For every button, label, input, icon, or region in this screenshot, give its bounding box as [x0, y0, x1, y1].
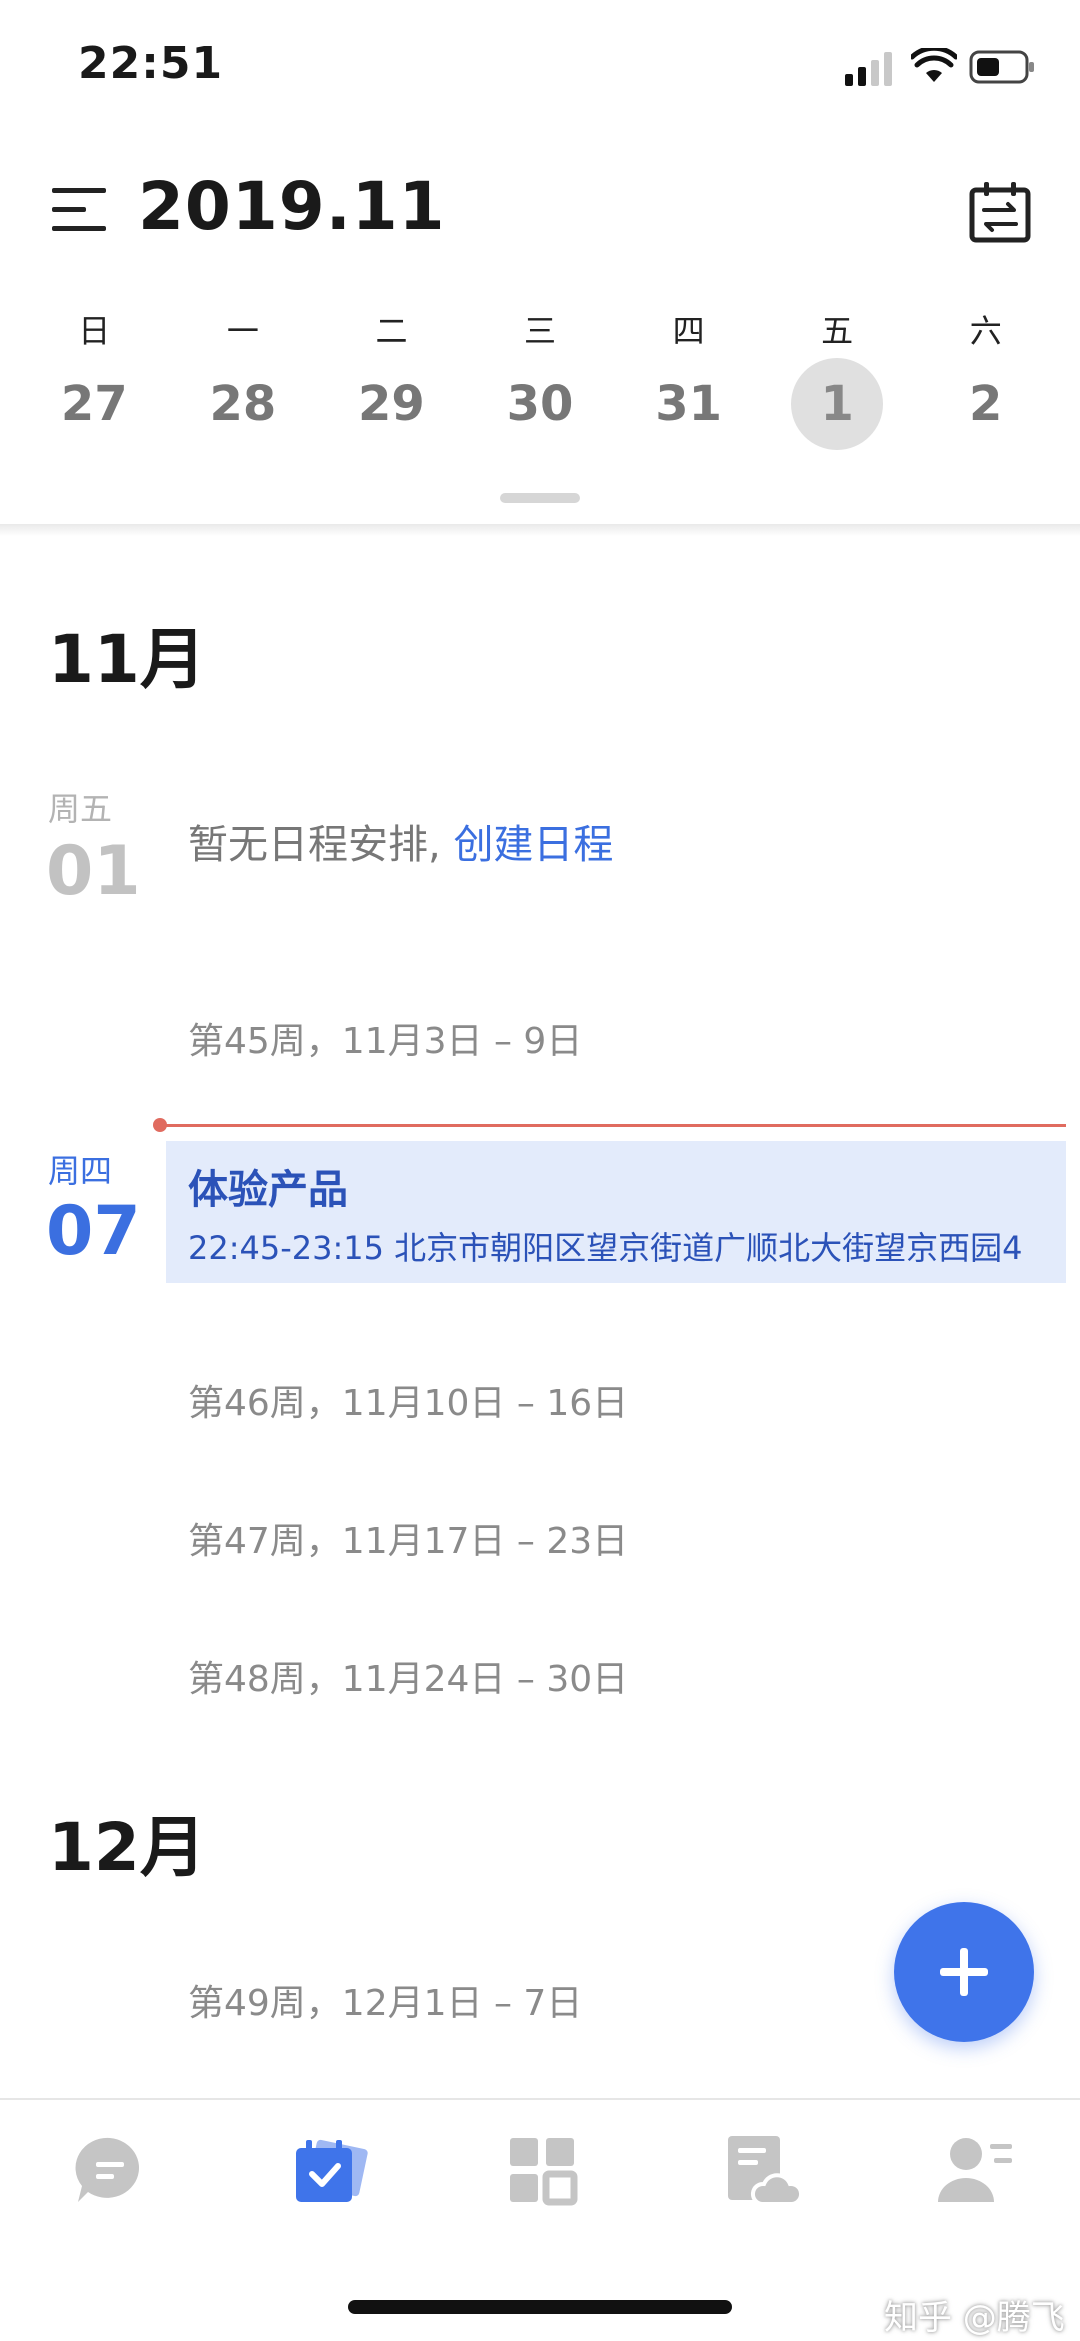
signal-icon: [845, 52, 892, 86]
home-indicator[interactable]: [348, 2300, 732, 2314]
weekday-label: 六: [969, 312, 1002, 350]
week-day-sun[interactable]: 日 27: [20, 300, 169, 460]
weekday-label: 五: [821, 312, 854, 350]
event-card[interactable]: 体验产品 22:45-23:15 北京市朝阳区望京街道广顺北大街望京西园4: [166, 1141, 1066, 1283]
event-title: 体验产品: [188, 1167, 348, 1213]
week-day-tue[interactable]: 二 29: [317, 300, 466, 460]
month-heading-nov: 11月: [48, 621, 206, 698]
no-event-row: 暂无日程安排, 创建日程: [188, 812, 613, 870]
wifi-icon: [911, 48, 957, 82]
add-event-button[interactable]: [894, 1902, 1034, 2042]
day-number[interactable]: 30: [494, 358, 586, 450]
create-event-link[interactable]: 创建日程: [453, 822, 613, 868]
day-number-selected[interactable]: 1: [791, 358, 884, 450]
calendar-switch-icon[interactable]: [968, 180, 1032, 244]
today-date-label: 07: [46, 1192, 141, 1271]
week-range-47: 第47周，11月17日 – 23日: [188, 1521, 629, 1562]
contacts-icon[interactable]: [936, 2130, 1016, 2210]
weekday-label: 二: [375, 312, 408, 350]
month-heading-dec: 12月: [48, 1809, 206, 1886]
week-day-mon[interactable]: 一 28: [169, 300, 318, 460]
apps-grid-icon[interactable]: [502, 2130, 582, 2210]
week-range-48: 第48周，11月24日 – 30日: [188, 1659, 629, 1700]
menu-icon[interactable]: [52, 186, 108, 234]
week-range-45: 第45周，11月3日 – 9日: [188, 1021, 583, 1062]
expand-drag-handle[interactable]: [500, 493, 580, 503]
day-number[interactable]: 29: [345, 358, 437, 450]
week-day-thu[interactable]: 四 31: [614, 300, 763, 460]
current-time-line: [160, 1124, 1066, 1127]
watermark-text: 知乎 @腾飞: [884, 2298, 1065, 2338]
event-time-location: 22:45-23:15 北京市朝阳区望京街道广顺北大街望京西园4: [188, 1229, 1023, 1267]
plus-icon: [940, 1948, 988, 1996]
month-title[interactable]: 2019.11: [138, 168, 446, 245]
day-date-label: 01: [46, 832, 141, 911]
week-range-46: 第46周，11月10日 – 16日: [188, 1383, 629, 1424]
weekday-label: 日: [78, 312, 111, 350]
day-number[interactable]: 28: [197, 358, 289, 450]
header-divider: [0, 524, 1080, 536]
weekday-label: 四: [672, 312, 705, 350]
no-event-text: 暂无日程安排,: [188, 822, 454, 868]
day-number[interactable]: 27: [48, 358, 140, 450]
weekday-label: 三: [524, 312, 557, 350]
status-time: 22:51: [78, 38, 224, 89]
week-day-wed[interactable]: 三 30: [466, 300, 615, 460]
day-number[interactable]: 2: [940, 358, 1032, 450]
today-weekday-label: 周四: [48, 1152, 113, 1190]
calendar-check-icon[interactable]: [290, 2130, 370, 2210]
chat-icon[interactable]: [70, 2130, 150, 2210]
day-number[interactable]: 31: [643, 358, 735, 450]
weekday-label: 一: [226, 312, 259, 350]
week-range-49: 第49周，12月1日 – 7日: [188, 1983, 583, 2024]
cloud-doc-icon[interactable]: [722, 2130, 802, 2210]
week-day-sat[interactable]: 六 2: [911, 300, 1060, 460]
battery-icon: [969, 50, 1034, 84]
day-weekday-label: 周五: [48, 790, 113, 828]
week-strip: 日 27 一 28 二 29 三 30 四 31 五 1 六 2: [20, 300, 1060, 460]
week-day-fri[interactable]: 五 1: [763, 300, 912, 460]
